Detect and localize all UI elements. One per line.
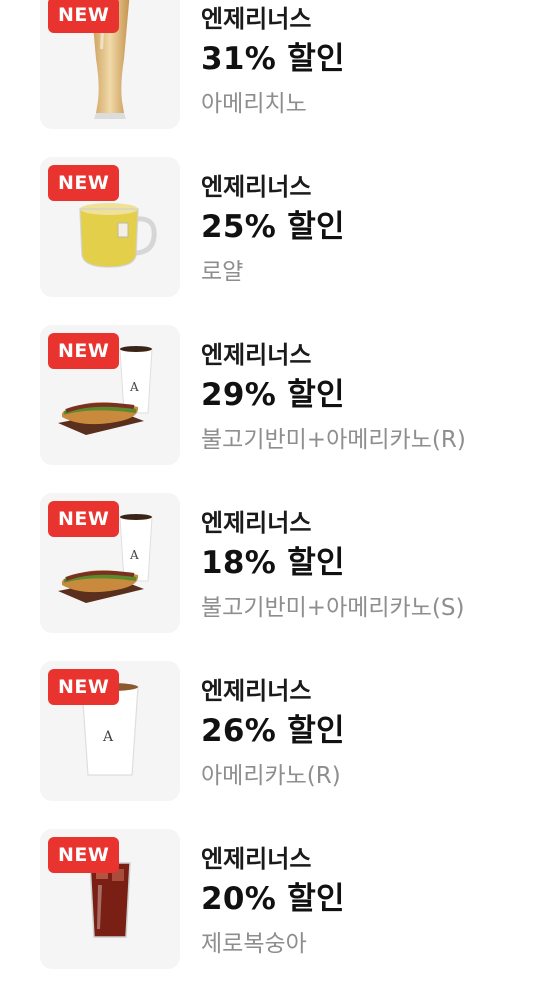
deal-item[interactable]: NEW A 엔제리너스 18% 할인 불고기반미+아메리카노(S) [0,493,538,661]
product-thumbnail[interactable]: NEW A [40,661,180,801]
new-badge: NEW [48,837,120,873]
product-name: 아메리카노(R) [201,763,341,789]
discount-label: 26% 할인 [201,713,345,749]
discount-label: 31% 할인 [201,41,345,77]
deal-item[interactable]: NEW 엔제리너스 31% 할인 아메리치노 [0,0,538,157]
deal-item[interactable]: NEW 엔제리너스 20% 할인 제로복숭아 [0,829,538,997]
product-name: 로얄 [201,259,244,285]
discount-label: 29% 할인 [201,377,345,413]
deal-list: NEW 엔제리너스 31% 할인 아메리치노 NEW 엔제리너스 25% 할인 … [0,0,538,997]
product-thumbnail[interactable]: NEW A [40,493,180,633]
product-thumbnail[interactable]: NEW [40,157,180,297]
new-badge: NEW [48,0,120,33]
product-thumbnail[interactable]: NEW A [40,325,180,465]
brand-name: 엔제리너스 [201,173,312,201]
svg-text:A: A [129,548,139,562]
product-thumbnail[interactable]: NEW [40,829,180,969]
product-name: 제로복숭아 [201,931,307,957]
brand-name: 엔제리너스 [201,845,312,873]
brand-name: 엔제리너스 [201,341,312,369]
deal-item[interactable]: NEW A 엔제리너스 26% 할인 아메리카노(R) [0,661,538,829]
svg-text:A: A [102,729,114,745]
deal-item[interactable]: NEW A 엔제리너스 29% 할인 불고기반미+아메리카노(R) [0,325,538,493]
brand-name: 엔제리너스 [201,509,312,537]
discount-label: 25% 할인 [201,209,345,245]
discount-label: 18% 할인 [201,545,345,581]
deal-item[interactable]: NEW 엔제리너스 25% 할인 로얄 [0,157,538,325]
new-badge: NEW [48,165,120,201]
brand-name: 엔제리너스 [201,677,312,705]
brand-name: 엔제리너스 [201,5,312,33]
product-thumbnail[interactable]: NEW [40,0,180,129]
new-badge: NEW [48,333,120,369]
product-name: 아메리치노 [201,91,307,117]
svg-text:A: A [129,380,139,394]
product-name: 불고기반미+아메리카노(R) [201,427,466,453]
new-badge: NEW [48,501,120,537]
new-badge: NEW [48,669,120,705]
product-name: 불고기반미+아메리카노(S) [201,595,465,621]
discount-label: 20% 할인 [201,881,345,917]
